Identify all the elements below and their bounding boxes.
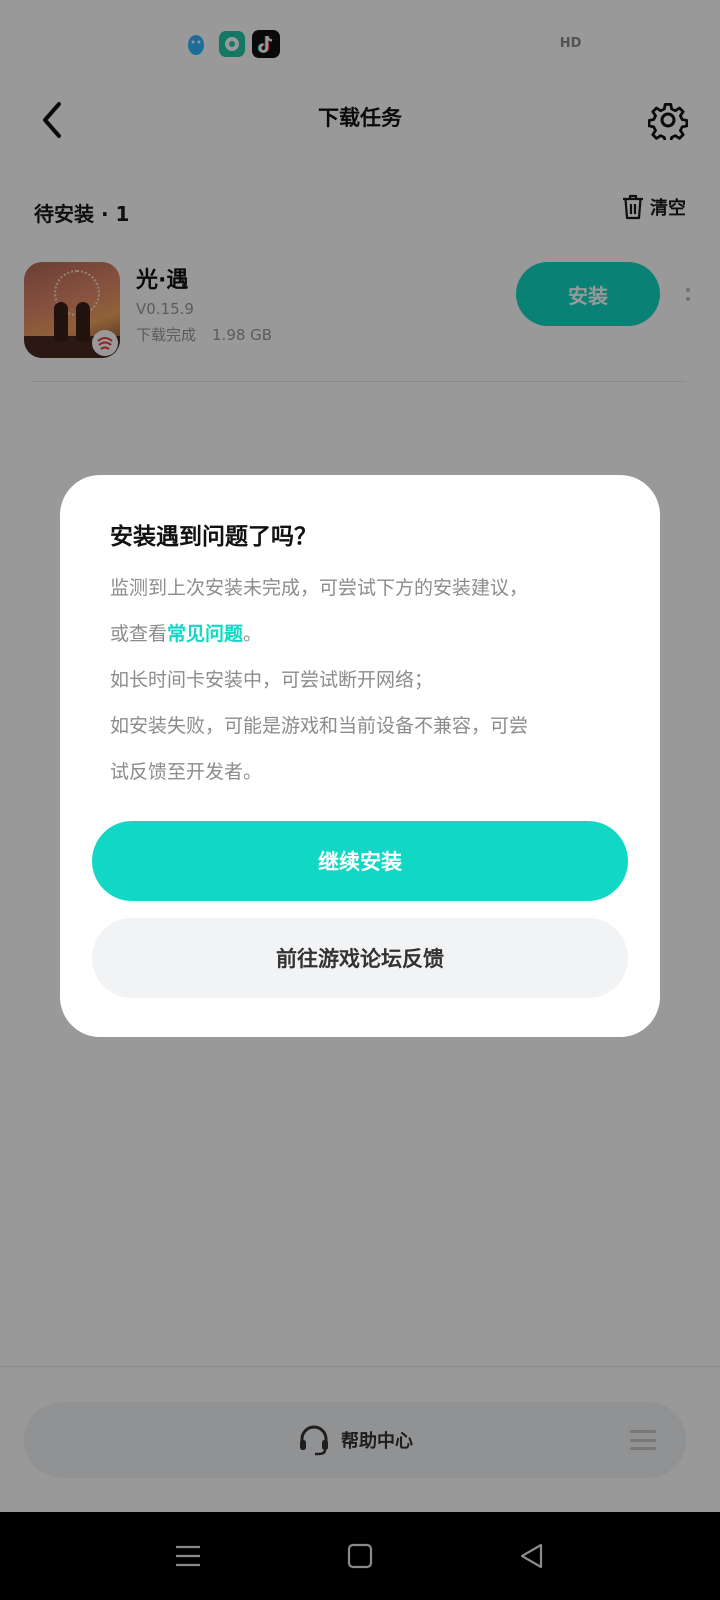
- dialog-text: 或查看: [110, 623, 168, 645]
- dialog-text-line: 试反馈至开发者。: [110, 761, 263, 783]
- home-button[interactable]: [336, 1532, 384, 1580]
- continue-install-button[interactable]: 继续安装: [92, 821, 628, 901]
- triangle-back-icon: [520, 1543, 543, 1569]
- system-nav-bar: [0, 1512, 720, 1600]
- recents-button[interactable]: [164, 1532, 212, 1580]
- dialog-text-line: 如安装失败，可能是游戏和当前设备不兼容，可尝: [110, 715, 529, 737]
- home-icon: [347, 1543, 373, 1569]
- dialog-title: 安装遇到问题了吗？: [110, 524, 317, 550]
- forum-feedback-button[interactable]: 前往游戏论坛反馈: [92, 918, 628, 998]
- dialog-text-line: 或查看常见问题。: [110, 611, 620, 657]
- faq-link[interactable]: 常见问题: [167, 623, 243, 645]
- dialog-text: 。: [243, 623, 263, 645]
- install-problem-dialog: 安装遇到问题了吗？ 监测到上次安装未完成，可尝试下方的安装建议， 或查看常见问题…: [60, 475, 660, 1037]
- recents-icon: [176, 1545, 200, 1567]
- dialog-text-line: 如长时间卡安装中，可尝试断开网络；: [110, 669, 434, 691]
- dialog-body: 监测到上次安装未完成，可尝试下方的安装建议， 或查看常见问题。 如长时间卡安装中…: [110, 565, 620, 795]
- dialog-text-line: 监测到上次安装未完成，可尝试下方的安装建议，: [110, 577, 529, 599]
- system-back-button[interactable]: [508, 1532, 556, 1580]
